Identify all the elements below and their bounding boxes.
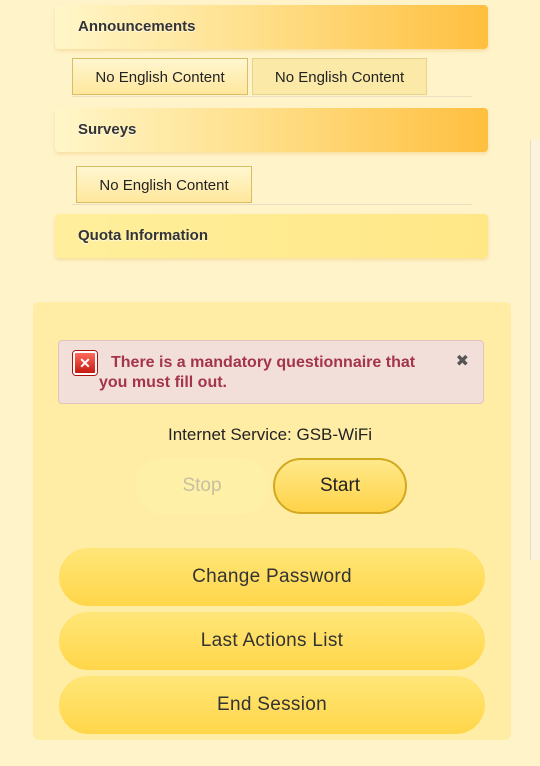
start-button[interactable]: Start: [273, 458, 407, 514]
scrollbar[interactable]: [530, 140, 540, 560]
error-x-icon: ✕: [73, 351, 97, 375]
stop-button[interactable]: Stop: [135, 458, 269, 514]
last-actions-list-button[interactable]: Last Actions List: [59, 612, 485, 670]
alert-message: There is a mandatory questionnaire that …: [99, 354, 416, 391]
close-icon[interactable]: ✖: [456, 351, 469, 371]
alert-box: ✕ There is a mandatory questionnaire tha…: [58, 340, 484, 404]
section-header-surveys[interactable]: Surveys: [55, 108, 488, 152]
change-password-button[interactable]: Change Password: [59, 548, 485, 606]
end-session-button[interactable]: End Session: [59, 676, 485, 734]
section-header-announcements[interactable]: Announcements: [55, 5, 488, 49]
announcements-title: Announcements: [78, 18, 196, 35]
announcements-tab-1[interactable]: No English Content: [72, 58, 248, 95]
quota-title: Quota Information: [78, 227, 208, 244]
section-header-quota[interactable]: Quota Information: [55, 214, 488, 258]
surveys-title: Surveys: [78, 121, 137, 138]
internet-service-label: Internet Service: GSB-WiFi: [167, 425, 373, 444]
surveys-tab-1[interactable]: No English Content: [76, 166, 252, 203]
surveys-tabs: No English Content: [72, 166, 472, 205]
announcements-tabs: No English Content No English Content: [72, 58, 472, 97]
announcements-tab-2[interactable]: No English Content: [252, 58, 427, 95]
